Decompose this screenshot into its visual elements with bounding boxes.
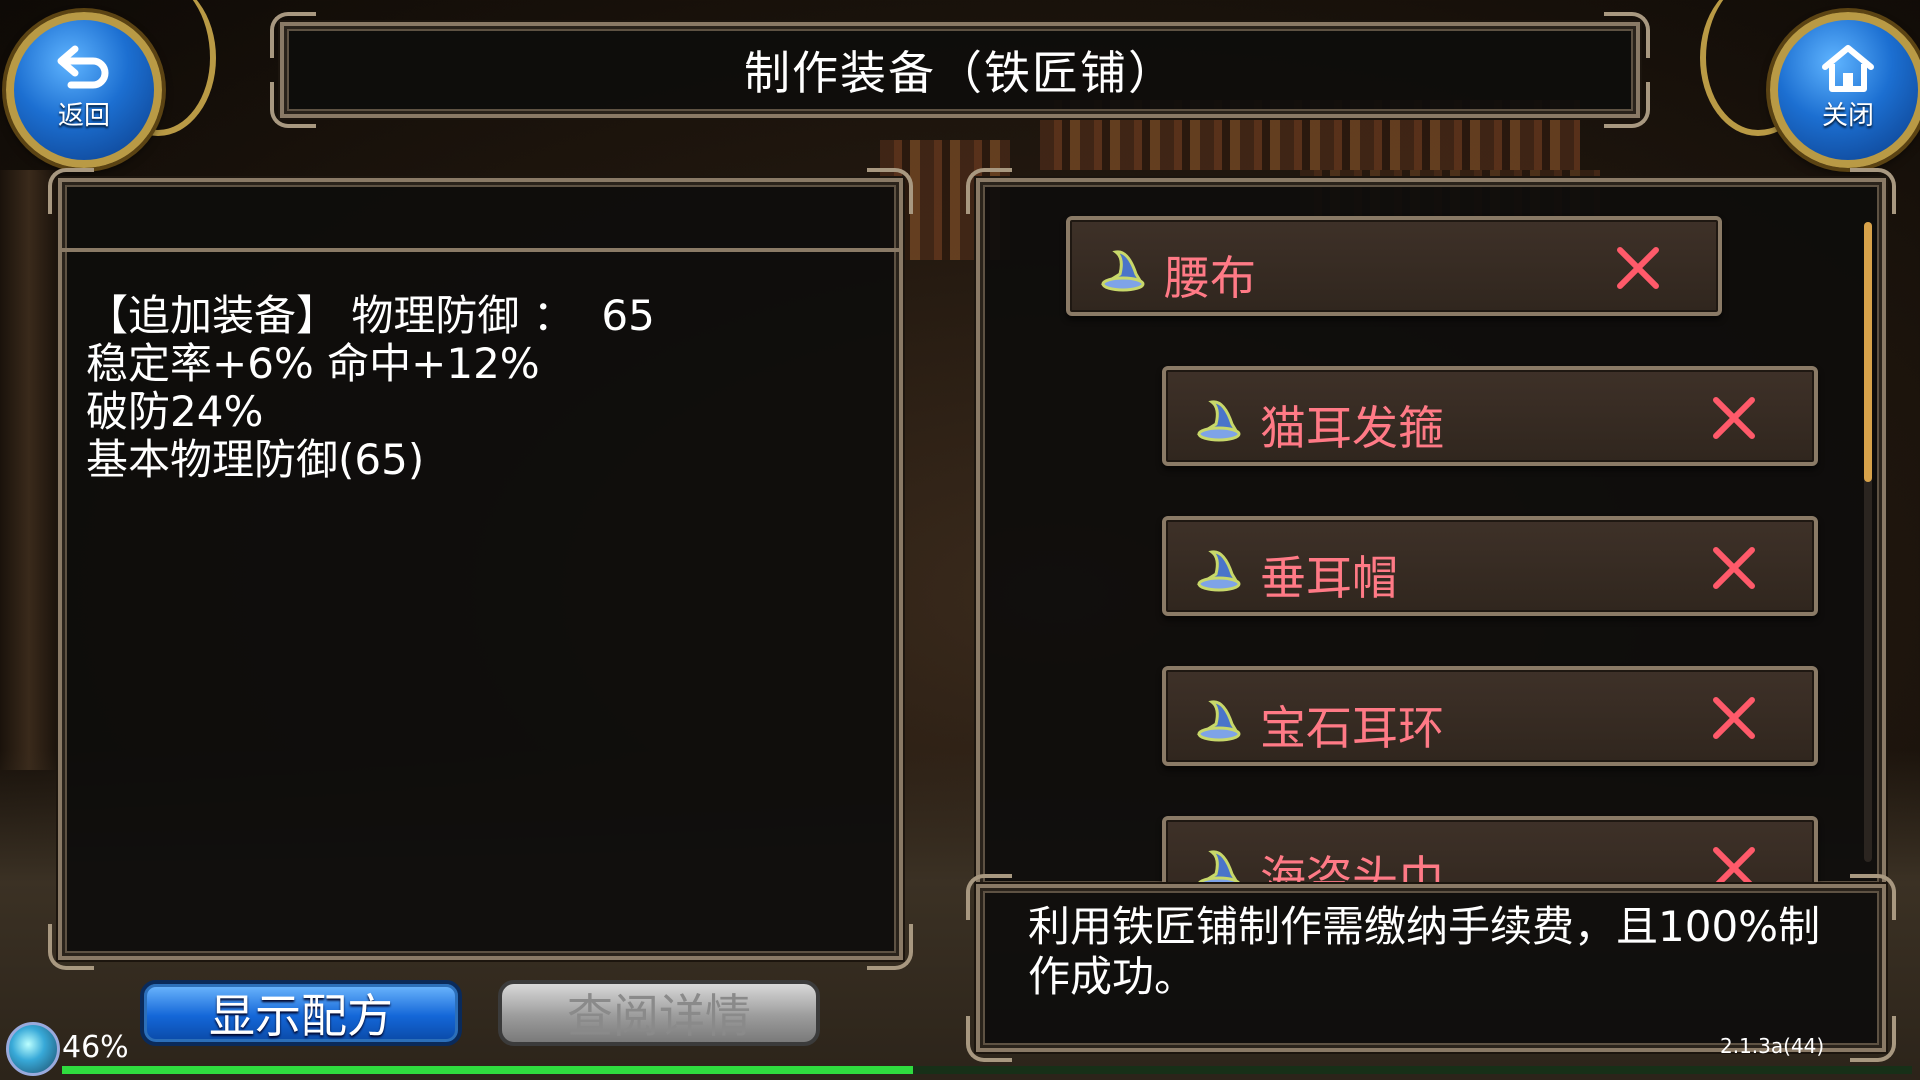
equipment-list-panel[interactable]: 腰布 猫耳发箍 垂耳帽 宝石耳环 海盗头巾 (966, 168, 1896, 890)
equipment-list[interactable]: 腰布 猫耳发箍 垂耳帽 宝石耳环 海盗头巾 (980, 182, 1882, 886)
item-name: 海盗头巾 (1260, 851, 1444, 886)
hat-icon (1196, 550, 1241, 592)
home-icon (1822, 44, 1874, 92)
list-item[interactable]: 腰布 (1066, 216, 1722, 316)
hat-icon (1100, 250, 1145, 292)
item-name: 垂耳帽 (1260, 551, 1398, 605)
equipment-stats: 【追加装备】 物理防御 ： 65 稳定率+6% 命中+12% 破防24% 基本物… (86, 292, 655, 484)
close-button[interactable]: 关闭 (1770, 12, 1920, 168)
list-item[interactable]: 宝石耳环 (1162, 666, 1818, 766)
equipment-detail-panel: 【追加装备】 物理防御 ： 65 稳定率+6% 命中+12% 破防24% 基本物… (48, 168, 913, 970)
loading-percent: 46% (62, 1030, 129, 1065)
title-bar: 制作装备（铁匠铺） (270, 12, 1650, 128)
notice-text: 利用铁匠铺制作需缴纳手续费，且100%制作成功。 (1028, 902, 1821, 1001)
view-details-button[interactable]: 查阅详情 (498, 980, 820, 1046)
hat-icon (1196, 700, 1241, 742)
back-arrow-icon (57, 45, 109, 88)
close-icon[interactable] (1614, 244, 1662, 292)
stat-line: 破防24% (86, 387, 264, 436)
hat-icon (1196, 400, 1241, 442)
item-name: 猫耳发箍 (1260, 401, 1444, 455)
stat-line: 【追加装备】 物理防御 ： 65 (86, 291, 655, 340)
show-recipe-button[interactable]: 显示配方 (140, 980, 462, 1046)
back-button[interactable]: 返回 (6, 12, 162, 168)
hat-icon (1196, 850, 1241, 886)
page-title: 制作装备（铁匠铺） (744, 46, 1176, 100)
close-icon[interactable] (1710, 694, 1758, 742)
progress-fill (62, 1066, 913, 1074)
notice-panel: 利用铁匠铺制作需缴纳手续费，且100%制作成功。 (966, 874, 1896, 1062)
stat-line: 稳定率+6% 命中+12% (86, 339, 540, 388)
version-label: 2.1.3a(44) (1720, 1034, 1825, 1058)
close-label: 关闭 (1821, 100, 1874, 131)
back-label: 返回 (57, 100, 110, 131)
progress-bar (62, 1066, 1912, 1074)
list-item[interactable]: 猫耳发箍 (1162, 366, 1818, 466)
loading-icon (6, 1022, 60, 1076)
stat-line: 基本物理防御(65) (86, 435, 425, 484)
close-icon[interactable] (1710, 544, 1758, 592)
close-icon[interactable] (1710, 394, 1758, 442)
list-item[interactable]: 海盗头巾 (1162, 816, 1818, 886)
panel-divider (62, 248, 899, 252)
close-icon[interactable] (1710, 844, 1758, 886)
item-name: 腰布 (1164, 251, 1256, 305)
scrollbar-thumb[interactable] (1864, 222, 1872, 482)
item-name: 宝石耳环 (1260, 701, 1444, 755)
list-item[interactable]: 垂耳帽 (1162, 516, 1818, 616)
